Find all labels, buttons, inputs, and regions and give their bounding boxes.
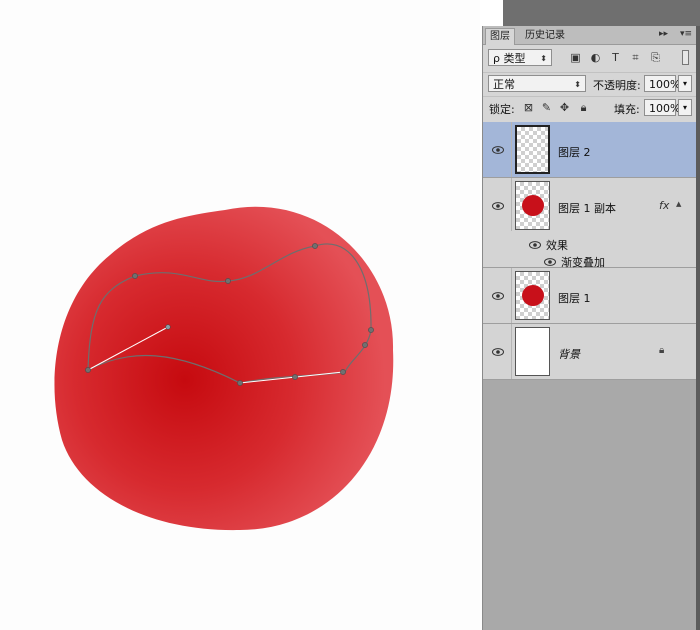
effects-visibility-eye-icon[interactable] (529, 241, 541, 249)
fill-dropdown-button[interactable]: ▾ (678, 99, 692, 116)
anchor-point (362, 342, 368, 348)
layer-name[interactable]: 图层 2 (558, 144, 591, 160)
opacity-dropdown-button[interactable]: ▾ (678, 75, 692, 92)
layer-name[interactable]: 背景 (558, 346, 580, 362)
red-blob-thumbnail (522, 195, 544, 216)
image-filter-icon[interactable]: ▣ (569, 51, 582, 64)
lock-image-pixels-icon[interactable]: ✎ (540, 101, 553, 114)
anchor-point (312, 243, 318, 249)
layer-thumbnail (515, 181, 550, 230)
anchor-point (340, 369, 346, 375)
tab-history[interactable]: 历史记录 (521, 28, 569, 44)
kind-filter-label: ρ 类型 (493, 52, 526, 65)
direction-handle (165, 324, 171, 330)
lock-transparent-pixels-icon[interactable]: ⊠ (522, 101, 535, 114)
layer-name[interactable]: 图层 1 副本 (558, 200, 616, 216)
divider (511, 324, 512, 379)
layer-thumbnail (515, 271, 550, 320)
red-blob-shape (54, 206, 394, 531)
type-filter-icon[interactable]: T (609, 51, 622, 64)
visibility-eye-icon[interactable] (492, 292, 504, 300)
anchor-point (292, 374, 298, 380)
layer-lock-icon: 🔒︎ (659, 345, 665, 356)
layer-row[interactable]: 图层 1 (483, 268, 696, 324)
anchor-point (225, 278, 231, 284)
adjustment-filter-icon[interactable]: ◐ (589, 51, 602, 64)
layer-row[interactable]: 图层 1 副本 fx ▲ 效果 渐变叠加 (483, 178, 696, 269)
smart-object-filter-icon[interactable]: ⎘ (649, 51, 662, 64)
layer-row[interactable]: 图层 2 (483, 122, 696, 178)
select-arrows-icon: ⬍ (540, 54, 547, 63)
panel-dock-strip (503, 0, 700, 26)
anchor-point (237, 380, 243, 386)
document-canvas[interactable] (0, 0, 480, 630)
visibility-eye-icon[interactable] (492, 348, 504, 356)
kind-filter-select[interactable]: ρ 类型 ⬍ (488, 49, 552, 66)
lock-label: 锁定: (489, 103, 515, 116)
visibility-eye-icon[interactable] (492, 146, 504, 154)
anchor-point (368, 327, 374, 333)
effects-label: 效果 (546, 239, 568, 252)
tab-layers[interactable]: 图层 (485, 28, 515, 45)
opacity-label: 不透明度: (593, 79, 641, 92)
layer-effects-fx-icon[interactable]: fx (659, 199, 669, 212)
lock-position-icon[interactable]: ✥ (558, 101, 571, 114)
filter-toggle-switch[interactable] (682, 50, 689, 65)
layer-list: 图层 2 图层 1 副本 fx ▲ 效果 渐变叠加 图层 1 背景 🔒︎ (483, 122, 696, 630)
fill-value: 100% (649, 102, 681, 115)
layer-row[interactable]: 背景 🔒︎ (483, 324, 696, 380)
opacity-value: 100% (649, 78, 681, 91)
divider (511, 268, 512, 323)
gradient-overlay-eye-icon[interactable] (544, 258, 556, 266)
layer-thumbnail (515, 125, 550, 174)
layers-panel: 图层 历史记录 ▸▸ ▾≡ ρ 类型 ⬍ ▣ ◐ T ⌗ ⎘ 正常 ⬍ 不透明度… (482, 26, 696, 630)
panel-menu-icon[interactable]: ▾≡ (680, 29, 692, 39)
anchor-point (85, 367, 91, 373)
fill-field[interactable]: 100% (644, 99, 680, 116)
lock-all-icon[interactable]: 🔒︎ (577, 101, 590, 114)
blend-mode-select[interactable]: 正常 ⬍ (488, 75, 586, 92)
panel-tabbar: 图层 历史记录 ▸▸ ▾≡ (483, 26, 696, 45)
shape-filter-icon[interactable]: ⌗ (629, 51, 642, 64)
layer-name[interactable]: 图层 1 (558, 290, 591, 306)
divider (511, 122, 512, 177)
select-arrows-icon: ⬍ (574, 80, 581, 89)
layer-thumbnail (515, 327, 550, 376)
fill-label: 填充: (614, 103, 640, 116)
divider (511, 178, 512, 231)
red-blob-thumbnail (522, 285, 544, 306)
filter-row: ρ 类型 ⬍ ▣ ◐ T ⌗ ⎘ (483, 47, 696, 69)
canvas-artwork (54, 206, 394, 531)
collapse-arrows-icon[interactable]: ▸▸ (659, 29, 668, 39)
opacity-field[interactable]: 100% (644, 75, 680, 92)
blend-row: 正常 ⬍ 不透明度: 100% ▾ (483, 72, 696, 95)
blend-mode-value: 正常 (493, 78, 515, 91)
lock-row: 锁定: ⊠ ✎ ✥ 🔒︎ 填充: 100% ▾ (483, 96, 696, 119)
anchor-point (132, 273, 138, 279)
visibility-eye-icon[interactable] (492, 202, 504, 210)
expand-effects-arrow-icon[interactable]: ▲ (676, 200, 681, 208)
